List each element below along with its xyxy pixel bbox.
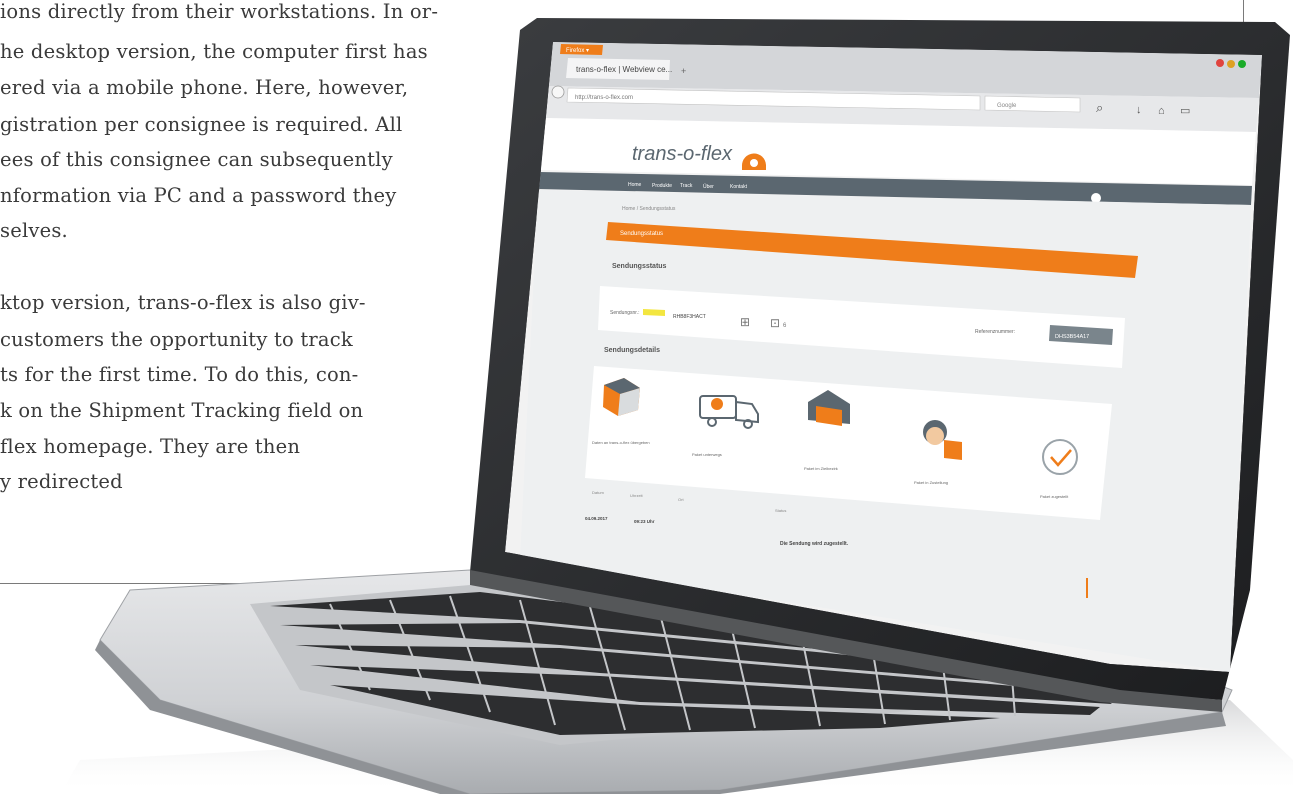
back-icon[interactable]: [551, 85, 565, 99]
table-header: Status: [775, 508, 786, 513]
step-label: Paket unterwegs: [692, 452, 722, 457]
shipment-value: RHB8F3HACT: [673, 314, 706, 320]
steps-title: Sendungsdetails: [604, 347, 660, 354]
pallet-icon: ⊡: [770, 316, 780, 330]
table-cell-date: 04.09.2017: [585, 516, 608, 521]
tab-title: trans-o-flex | Webview ce...: [576, 65, 672, 74]
breadcrumb: Home / Sendungsstatus: [622, 206, 676, 212]
step-label: Paket zugestellt: [1040, 494, 1069, 499]
nav-item[interactable]: Home: [628, 182, 642, 188]
window-minimize-icon[interactable]: [1227, 60, 1235, 68]
table-cell-time: 09:23 Uhr: [634, 519, 655, 524]
table-header: Datum: [592, 490, 604, 495]
download-icon[interactable]: ↓: [1136, 104, 1142, 116]
step-label: Paket im Zielbezirk: [804, 466, 838, 471]
menu-icon[interactable]: ▭: [1180, 105, 1190, 117]
nav-item[interactable]: Produkte: [652, 183, 672, 189]
firefox-menu-label: Firefox ▾: [566, 48, 589, 54]
nav-item[interactable]: Über: [703, 183, 714, 190]
shipment-highlight: [643, 309, 665, 316]
banner-text: Sendungsstatus: [620, 231, 663, 237]
reference-label: Referenznummer:: [975, 329, 1015, 335]
address-text: http://trans-o-flex.com: [575, 95, 633, 101]
table-header: Uhrzeit: [630, 493, 644, 498]
step-label: Daten an trans-o-flex übergeben: [592, 440, 650, 445]
scroll-accent: [1086, 578, 1088, 598]
parcel-icon: ⊞: [740, 315, 750, 329]
site-logo[interactable]: trans-o-flex: [632, 143, 733, 165]
search-icon[interactable]: ⌕: [1096, 100, 1103, 115]
section-title: Sendungsstatus: [612, 263, 667, 270]
nav-item[interactable]: Track: [680, 183, 693, 189]
reference-value: DHS3B54A17: [1055, 334, 1089, 340]
window-close-icon[interactable]: [1216, 59, 1224, 67]
nav-item[interactable]: Kontakt: [730, 184, 748, 190]
account-icon[interactable]: [1091, 193, 1101, 203]
laptop-screen: Firefox ▾ trans-o-flex | Webview ce... +…: [505, 42, 1262, 672]
new-tab-button[interactable]: +: [681, 66, 686, 76]
search-placeholder: Google: [997, 103, 1017, 109]
shipment-label: Sendungsnr.:: [610, 310, 639, 316]
window-maximize-icon[interactable]: [1238, 60, 1246, 68]
table-cell-status: Die Sendung wird zugestellt.: [780, 541, 849, 547]
table-header: Ort: [678, 497, 684, 502]
home-icon[interactable]: ⌂: [1158, 105, 1165, 117]
step-label: Paket in Zustellung: [914, 480, 948, 485]
